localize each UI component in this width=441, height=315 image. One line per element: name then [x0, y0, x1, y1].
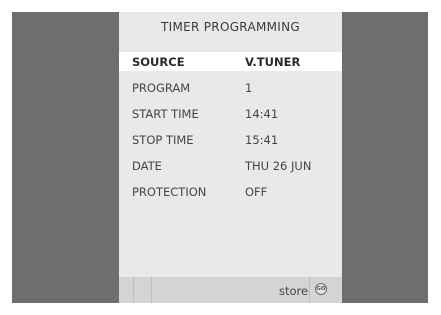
row-label: STOP TIME: [132, 133, 194, 147]
menu-row-source[interactable]: SOURCE V.TUNER: [119, 52, 342, 71]
menu-row-start-time[interactable]: START TIME 14:41: [119, 104, 342, 123]
row-value: 15:41: [245, 133, 279, 147]
row-value: OFF: [245, 185, 268, 199]
menu-footer-bar: store GO: [119, 277, 342, 303]
row-value: 14:41: [245, 107, 279, 121]
row-label: DATE: [132, 159, 162, 173]
menu-title: TIMER PROGRAMMING: [161, 20, 300, 34]
footer-divider: [151, 277, 152, 303]
timer-programming-menu: TIMER PROGRAMMING SOURCE V.TUNER PROGRAM…: [119, 12, 342, 303]
row-label: SOURCE: [132, 55, 185, 69]
menu-row-protection[interactable]: PROTECTION OFF: [119, 182, 342, 201]
row-label: PROTECTION: [132, 185, 207, 199]
store-label: store: [279, 284, 309, 298]
footer-divider: [133, 277, 134, 303]
tv-screen: TIMER PROGRAMMING SOURCE V.TUNER PROGRAM…: [12, 12, 428, 303]
row-value: V.TUNER: [245, 55, 301, 69]
menu-row-stop-time[interactable]: STOP TIME 15:41: [119, 130, 342, 149]
row-label: PROGRAM: [132, 81, 191, 95]
row-value: THU 26 JUN: [245, 159, 312, 173]
go-button-icon[interactable]: GO: [315, 283, 327, 295]
row-value: 1: [245, 81, 253, 95]
row-label: START TIME: [132, 107, 199, 121]
menu-row-date[interactable]: DATE THU 26 JUN: [119, 156, 342, 175]
menu-row-program[interactable]: PROGRAM 1: [119, 78, 342, 97]
footer-divider: [309, 277, 310, 303]
